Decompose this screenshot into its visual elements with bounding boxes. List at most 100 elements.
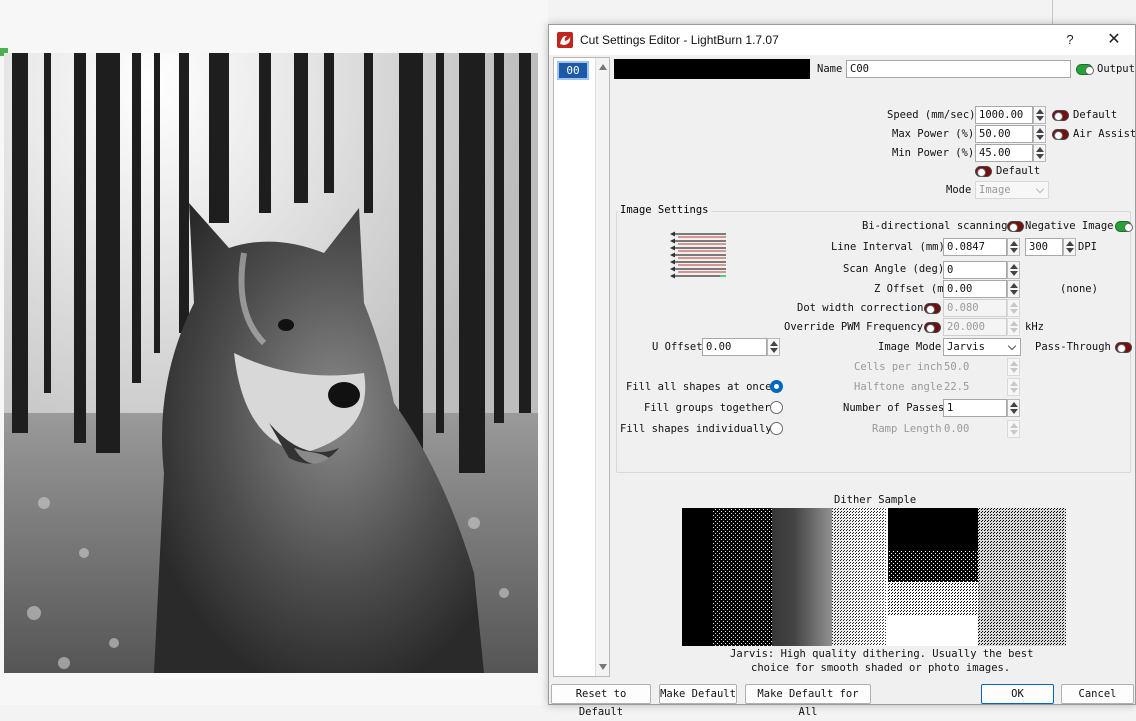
line-interval-input[interactable]: 0.0847 [943, 238, 1007, 256]
dot-width-input[interactable]: 0.080 [943, 299, 1007, 317]
u-offset-label: U Offset [652, 341, 703, 353]
fill-groups-label: Fill groups together [644, 402, 771, 414]
ramp-length-value[interactable]: 0.00 [944, 423, 969, 435]
halftone-angle-value[interactable]: 22.5 [944, 381, 969, 393]
ramp-length-spinner[interactable] [1007, 420, 1020, 438]
pwm-unit-label: kHz [1025, 321, 1044, 333]
cells-per-inch-spinner[interactable] [1007, 358, 1020, 376]
dither-sample-image [682, 508, 1066, 646]
scan-angle-input[interactable]: 0 [943, 261, 1007, 279]
air-assist-toggle[interactable] [1052, 129, 1069, 140]
make-default-for-all-button[interactable]: Make Default for All [745, 684, 871, 718]
z-offset-extra: (none) [1060, 283, 1098, 295]
speed-label: Speed (mm/sec) [887, 109, 976, 121]
ok-button[interactable]: OK [981, 684, 1054, 704]
min-power-spinner[interactable] [1033, 144, 1046, 162]
cancel-button[interactable]: Cancel [1061, 684, 1134, 704]
dither-description-line1: Jarvis: High quality dithering. Usually … [730, 648, 1034, 660]
speed-spinner[interactable] [1033, 106, 1046, 124]
dither-description-line2: choice for smooth shaded or photo images… [751, 662, 1011, 674]
name-input[interactable]: C00 [846, 60, 1071, 78]
pass-through-label: Pass-Through [1035, 341, 1111, 353]
max-power-spinner[interactable] [1033, 125, 1046, 143]
z-offset-input[interactable]: 0.00 [943, 280, 1007, 298]
layer-list[interactable]: 00 [553, 57, 610, 677]
dot-width-spinner[interactable] [1007, 299, 1020, 317]
min-power-input[interactable]: 45.00 [975, 144, 1033, 162]
default-label: Default [1073, 109, 1118, 121]
pass-through-toggle[interactable] [1115, 342, 1132, 353]
output-toggle[interactable] [1076, 64, 1094, 75]
dither-sample-title: Dither Sample [834, 494, 917, 506]
bidirectional-label: Bi-directional scanning [862, 220, 1008, 232]
layer-item[interactable]: 00 [557, 61, 589, 80]
fill-individually-label: Fill shapes individually [620, 423, 772, 435]
cells-per-inch-label: Cells per inch [854, 361, 943, 373]
min-power-label: Min Power (%) [892, 147, 975, 159]
max-power-label: Max Power (%) [892, 128, 975, 140]
pwm-spinner[interactable] [1007, 318, 1020, 336]
reset-to-default-button[interactable]: Reset to Default [551, 684, 651, 718]
dot-width-toggle[interactable] [924, 303, 941, 314]
pwm-toggle[interactable] [924, 322, 941, 333]
negative-image-label: Negative Image [1025, 220, 1114, 232]
pwm-label: Override PWM Frequency [784, 321, 924, 333]
fill-all-label: Fill all shapes at once [626, 381, 772, 393]
default-toggle[interactable] [1052, 110, 1069, 121]
z-offset-spinner[interactable] [1007, 280, 1020, 298]
title-bar[interactable]: Cut Settings Editor - LightBurn 1.7.07 ?… [549, 25, 1135, 55]
max-power-input[interactable]: 50.00 [975, 125, 1033, 143]
air-assist-label: Air Assist [1073, 128, 1136, 140]
line-interval-label: Line Interval (mm) [831, 241, 945, 253]
fill-all-radio[interactable] [770, 380, 783, 393]
close-button[interactable]: ✕ [1097, 29, 1131, 51]
bidirectional-toggle[interactable] [1007, 221, 1024, 232]
ramp-length-label: Ramp Length [872, 423, 942, 435]
image-settings-title: Image Settings [618, 204, 711, 216]
passes-spinner[interactable] [1007, 399, 1020, 417]
dog-photo-image[interactable] [4, 53, 538, 673]
layer-color-swatch[interactable] [614, 59, 810, 79]
cut-settings-dialog: Cut Settings Editor - LightBurn 1.7.07 ?… [548, 24, 1136, 718]
image-mode-select[interactable]: Jarvis [943, 338, 1021, 356]
halftone-angle-spinner[interactable] [1007, 378, 1020, 396]
lightburn-app-icon [557, 32, 573, 48]
make-default-button[interactable]: Make Default [659, 684, 737, 704]
scroll-down-icon[interactable] [599, 664, 607, 670]
help-button[interactable]: ? [1055, 29, 1085, 51]
passes-label: Number of Passes [843, 402, 945, 414]
power-default-toggle[interactable] [975, 166, 992, 177]
negative-image-toggle[interactable] [1115, 221, 1133, 232]
scroll-up-icon[interactable] [599, 64, 607, 70]
image-mode-value: Jarvis [947, 341, 985, 353]
image-mode-label: Image Mode [878, 341, 942, 353]
u-offset-spinner[interactable] [767, 338, 780, 356]
dpi-spinner[interactable] [1063, 238, 1076, 256]
chevron-down-icon [1035, 184, 1045, 194]
dpi-label: DPI [1078, 241, 1097, 253]
scan-lines-icon [670, 231, 728, 283]
fill-individually-radio[interactable] [770, 422, 783, 435]
name-label: Name [817, 63, 843, 75]
cells-per-inch-value[interactable]: 50.0 [944, 361, 969, 373]
mode-select[interactable]: Image [975, 181, 1049, 199]
layer-list-scrollbar[interactable] [595, 58, 609, 676]
passes-input[interactable]: 1 [943, 399, 1007, 417]
power-default-label: Default [996, 165, 1041, 177]
output-label: Output [1097, 63, 1135, 75]
u-offset-input[interactable]: 0.00 [702, 338, 767, 356]
fill-groups-radio[interactable] [770, 401, 783, 414]
dot-width-label: Dot width correction [797, 302, 924, 314]
mode-label: Mode [946, 184, 972, 196]
line-interval-spinner[interactable] [1007, 238, 1020, 256]
dpi-input[interactable]: 300 [1025, 238, 1063, 256]
pwm-input[interactable]: 20.000 [943, 318, 1007, 336]
dialog-title: Cut Settings Editor - LightBurn 1.7.07 [580, 33, 779, 47]
workspace-canvas[interactable] [0, 0, 548, 705]
speed-input[interactable]: 1000.00 [975, 106, 1033, 124]
chevron-down-icon [1007, 341, 1017, 351]
scan-angle-spinner[interactable] [1007, 261, 1020, 279]
halftone-angle-label: Halftone angle [854, 381, 943, 393]
mode-value: Image [979, 184, 1011, 196]
window-divider [1052, 0, 1053, 24]
